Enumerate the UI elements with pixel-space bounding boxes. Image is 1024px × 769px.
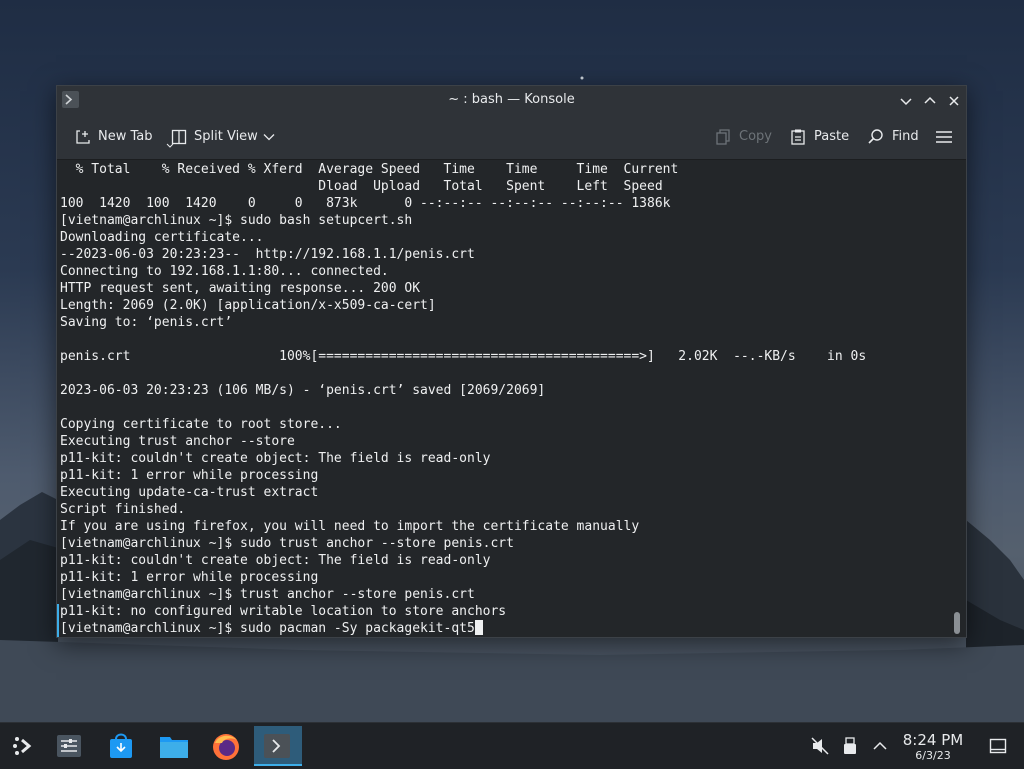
close-button[interactable] xyxy=(943,90,965,112)
terminal-line: Copying certificate to root store... xyxy=(60,417,342,432)
terminal-line: --2023-06-03 20:23:23-- http://192.168.1… xyxy=(60,247,475,262)
terminal-line: [vietnam@archlinux ~]$ sudo trust anchor… xyxy=(60,536,514,551)
maximize-button[interactable] xyxy=(919,90,941,112)
terminal-line: [vietnam@archlinux ~]$ sudo bash setupce… xyxy=(60,213,413,228)
paste-label: Paste xyxy=(814,129,850,144)
taskbar: 8:24 PM 6/3/23 xyxy=(0,722,1024,769)
current-command-text: [vietnam@archlinux ~]$ sudo pacman -Sy p… xyxy=(60,621,475,636)
new-tab-label: New Tab xyxy=(98,129,153,144)
terminal-scrollbar[interactable] xyxy=(954,612,960,634)
paste-icon xyxy=(791,129,805,145)
terminal-line: Executing trust anchor --store xyxy=(60,434,295,449)
system-settings-icon xyxy=(57,735,81,757)
clock-time: 8:24 PM xyxy=(902,731,964,749)
search-icon xyxy=(868,129,883,144)
application-launcher-button[interactable] xyxy=(0,726,46,766)
tray-expand-icon xyxy=(873,741,887,750)
new-tab-button[interactable]: New Tab xyxy=(74,127,174,148)
hamburger-menu-button[interactable] xyxy=(935,127,955,147)
copy-button[interactable]: Copy xyxy=(714,127,772,147)
terminal-line: Length: 2069 (2.0K) [application/x-x509-… xyxy=(60,298,436,313)
terminal-line: penis.crt 100%[=========================… xyxy=(60,349,867,364)
hamburger-menu-icon xyxy=(936,131,952,143)
terminal-line: p11-kit: no configured writable location… xyxy=(60,604,507,619)
close-icon xyxy=(949,96,959,106)
application-launcher-icon xyxy=(13,737,32,755)
chevron-down-icon xyxy=(900,98,912,106)
show-desktop-icon xyxy=(989,738,1007,754)
file-manager-icon xyxy=(160,737,188,758)
terminal-line: 100 1420 100 1420 0 0 873k 0 --:--:-- --… xyxy=(60,196,671,211)
find-label: Find xyxy=(892,129,919,144)
terminal-line: If you are using firefox, you will need … xyxy=(60,519,640,534)
copy-label: Copy xyxy=(739,129,772,144)
show-desktop-button[interactable] xyxy=(988,736,1008,756)
window-titlebar[interactable]: ~ : bash — Konsole xyxy=(57,86,966,115)
digital-clock[interactable]: 8:24 PM 6/3/23 xyxy=(896,732,970,763)
clock-date: 6/3/23 xyxy=(915,749,951,762)
chevron-down-icon xyxy=(263,134,275,141)
tray-expand-button[interactable] xyxy=(870,736,890,756)
find-button[interactable]: Find xyxy=(867,127,923,147)
chevron-up-icon xyxy=(924,96,936,104)
new-tab-icon xyxy=(76,130,90,144)
terminal-line: 2023-06-03 20:23:23 (106 MB/s) - ‘penis.… xyxy=(60,383,546,398)
window-title: ~ : bash — Konsole xyxy=(448,92,575,107)
split-view-label: Split View xyxy=(194,129,258,144)
terminal-line: Executing update-ca-trust extract xyxy=(60,485,319,500)
terminal-line: Connecting to 192.168.1.1:80... connecte… xyxy=(60,264,389,279)
discover-store-icon xyxy=(110,733,132,758)
usb-device-button[interactable] xyxy=(840,736,860,756)
terminal-output: % Total % Received % Xferd Average Speed… xyxy=(60,161,866,637)
konsole-icon xyxy=(264,734,290,758)
terminal-line: p11-kit: 1 error while processing xyxy=(60,468,319,483)
active-line-marker xyxy=(57,604,59,637)
terminal-line: Saving to: ‘penis.crt’ xyxy=(60,315,233,330)
speaker-muted-icon xyxy=(811,737,829,755)
paste-button[interactable]: Paste xyxy=(789,127,851,147)
terminal-line: p11-kit: 1 error while processing xyxy=(60,570,319,585)
file-manager-task[interactable] xyxy=(150,726,196,766)
split-view-button[interactable]: Split View xyxy=(170,127,278,147)
terminal-line: Dload Upload Total Spent Left Speed xyxy=(60,179,663,194)
text-cursor xyxy=(474,620,483,635)
split-view-icon xyxy=(171,129,187,145)
system-settings-task[interactable] xyxy=(46,726,92,766)
konsole-window: ~ : bash — Konsole New Tab Split View Co… xyxy=(56,85,967,638)
firefox-icon xyxy=(213,734,239,760)
terminal-line: p11-kit: couldn't create object: The fie… xyxy=(60,553,491,568)
konsole-toolbar: New Tab Split View Copy Paste Find xyxy=(57,115,966,160)
copy-icon xyxy=(716,129,730,145)
terminal-line: Script finished. xyxy=(60,502,186,517)
volume-button[interactable] xyxy=(810,736,830,756)
terminal-line: HTTP request sent, awaiting response... … xyxy=(60,281,421,296)
minimize-button[interactable] xyxy=(895,90,917,112)
konsole-task[interactable] xyxy=(254,726,302,766)
discover-store-task[interactable] xyxy=(98,726,144,766)
terminal-view[interactable]: % Total % Received % Xferd Average Speed… xyxy=(57,160,966,637)
firefox-task[interactable] xyxy=(202,726,248,766)
terminal-prompt-line[interactable]: [vietnam@archlinux ~]$ sudo pacman -Sy p… xyxy=(60,620,866,637)
terminal-line: [vietnam@archlinux ~]$ trust anchor --st… xyxy=(60,587,475,602)
terminal-line: p11-kit: couldn't create object: The fie… xyxy=(60,451,491,466)
terminal-line: % Total % Received % Xferd Average Speed… xyxy=(60,162,679,177)
usb-device-icon xyxy=(844,737,856,754)
terminal-line: Downloading certificate... xyxy=(60,230,264,245)
